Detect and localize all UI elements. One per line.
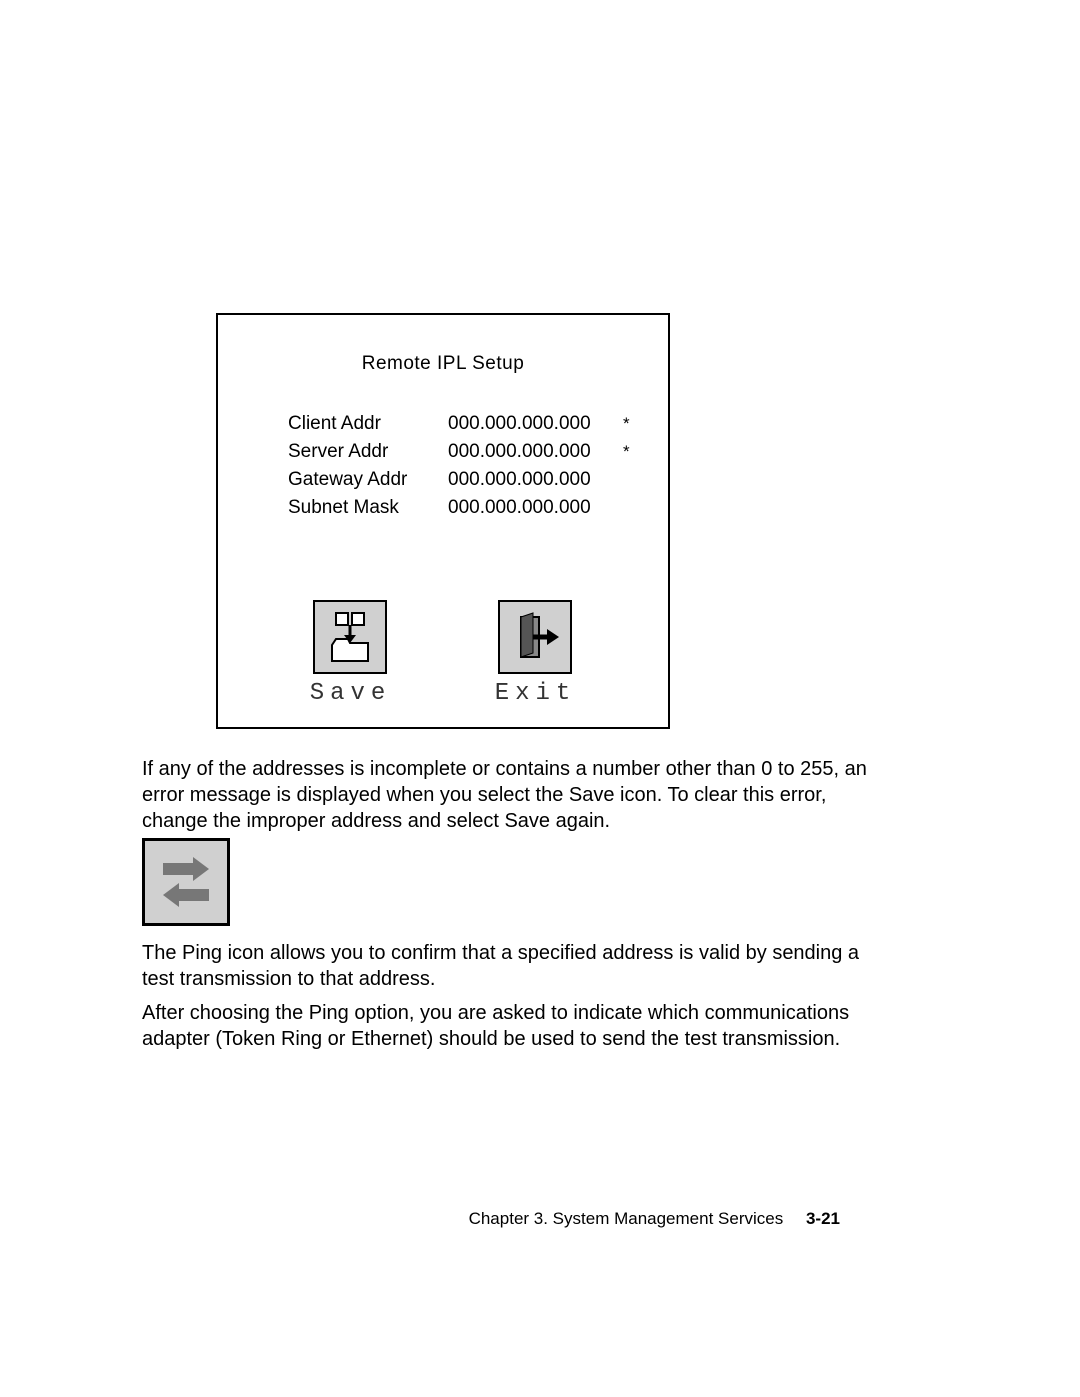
footer-chapter: Chapter 3. System Management Services	[469, 1209, 784, 1228]
panel-title: Remote IPL Setup	[218, 353, 668, 375]
value-gateway-addr[interactable]: 000.000.000.000	[448, 469, 623, 491]
save-icon	[313, 600, 387, 674]
row-gateway-addr: Gateway Addr 000.000.000.000	[218, 469, 668, 491]
address-fields: Client Addr 000.000.000.000 * Server Add…	[218, 413, 668, 519]
mark-client-addr: *	[623, 414, 643, 434]
mark-server-addr: *	[623, 442, 643, 462]
value-client-addr[interactable]: 000.000.000.000	[448, 413, 623, 435]
label-subnet-mask: Subnet Mask	[218, 497, 448, 519]
row-client-addr: Client Addr 000.000.000.000 *	[218, 413, 668, 435]
label-server-addr: Server Addr	[218, 441, 448, 463]
row-server-addr: Server Addr 000.000.000.000 *	[218, 441, 668, 463]
paragraph-ping-info: The Ping icon allows you to confirm that…	[142, 940, 872, 992]
remote-ipl-setup-panel: Remote IPL Setup Client Addr 000.000.000…	[216, 313, 670, 729]
row-subnet-mask: Subnet Mask 000.000.000.000	[218, 497, 668, 519]
exit-label: Exit	[495, 680, 577, 707]
label-client-addr: Client Addr	[218, 413, 448, 435]
value-server-addr[interactable]: 000.000.000.000	[448, 441, 623, 463]
save-label: Save	[310, 680, 392, 707]
label-gateway-addr: Gateway Addr	[218, 469, 448, 491]
value-subnet-mask[interactable]: 000.000.000.000	[448, 497, 623, 519]
ping-icon[interactable]	[142, 838, 230, 926]
paragraph-error-info: If any of the addresses is incomplete or…	[142, 756, 872, 834]
paragraph-adapter-info: After choosing the Ping option, you are …	[142, 1000, 872, 1052]
ping-icon-wrap	[142, 838, 230, 926]
panel-buttons: Save Exit	[218, 600, 668, 707]
page-footer: Chapter 3. System Management Services 3-…	[469, 1209, 840, 1229]
footer-page-number: 3-21	[806, 1209, 840, 1228]
exit-button[interactable]: Exit	[495, 600, 577, 707]
exit-icon	[498, 600, 572, 674]
document-page: Remote IPL Setup Client Addr 000.000.000…	[0, 0, 1080, 1397]
save-button[interactable]: Save	[310, 600, 392, 707]
